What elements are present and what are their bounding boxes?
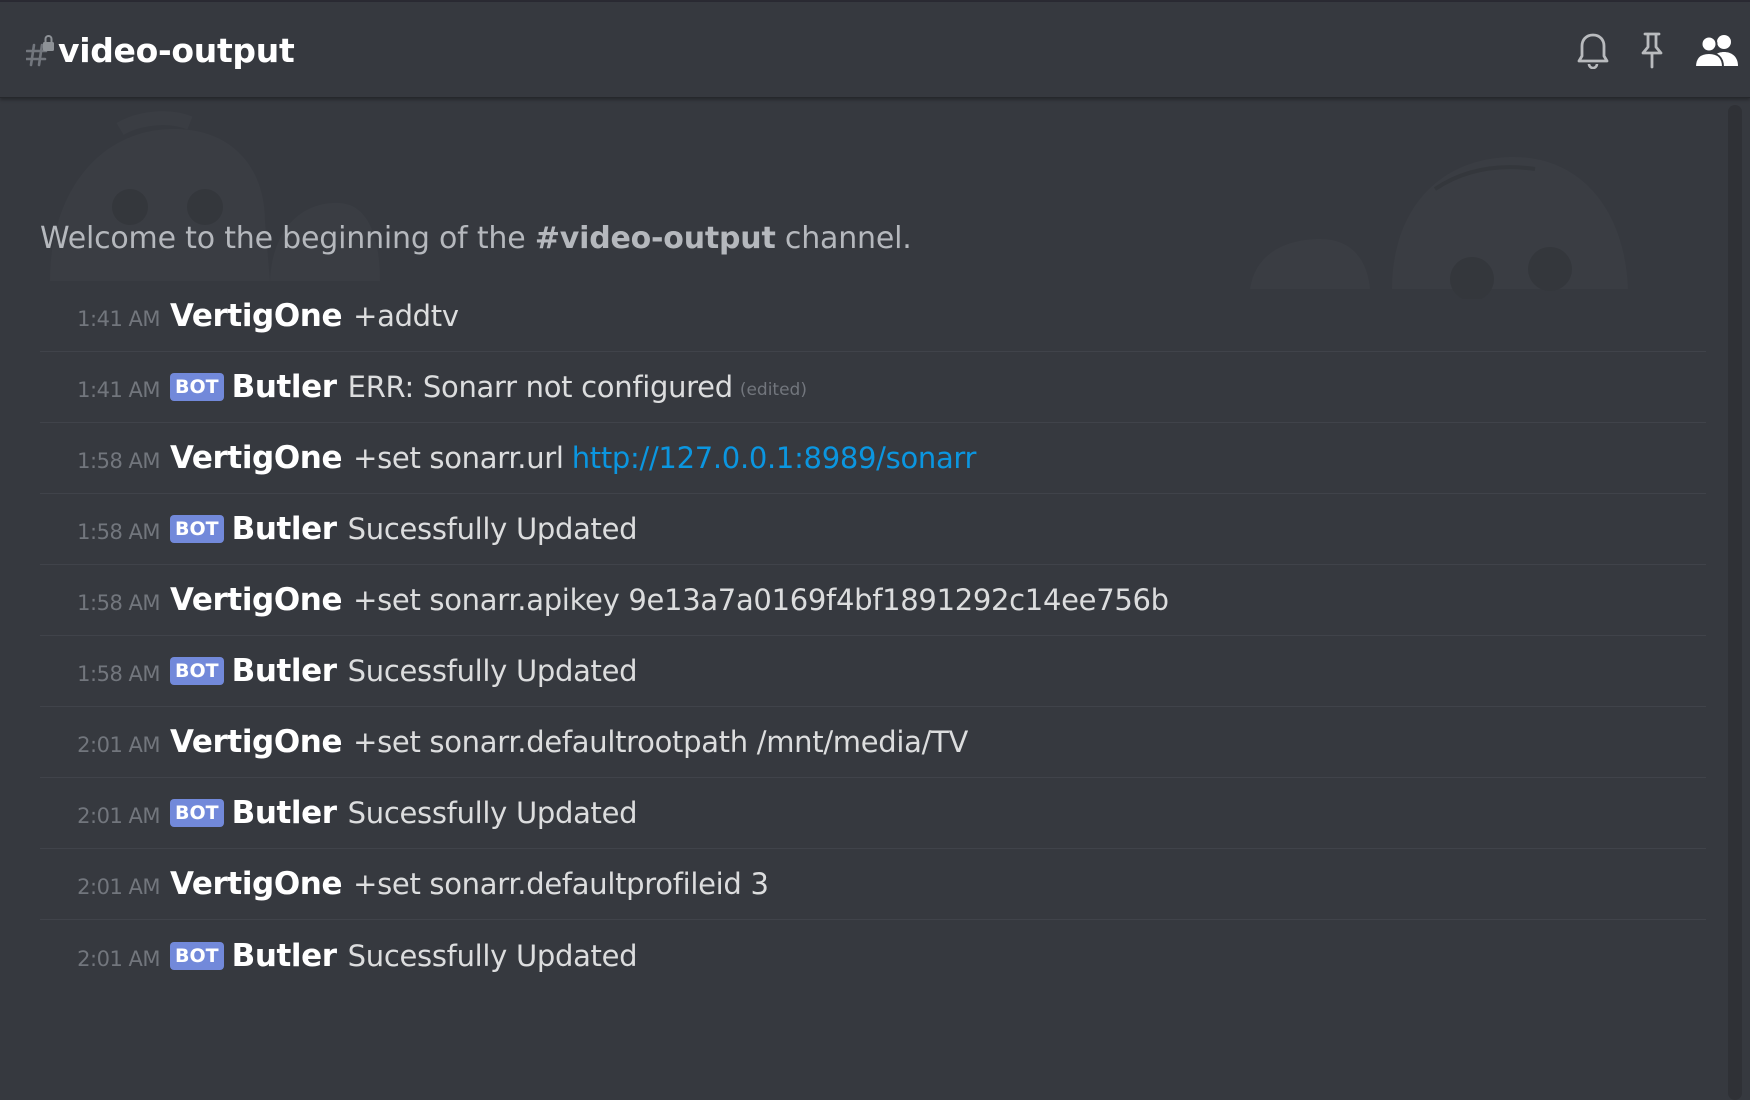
message-timestamp: 1:41 AM [77,307,160,331]
message-author[interactable]: Butler [232,795,337,831]
message-timestamp: 1:41 AM [77,378,160,402]
message-text: Sucessfully Updated [347,512,638,546]
message-row[interactable]: 1:58 AM VertigOne +set sonarr.url http:/… [40,423,1706,494]
message-timestamp: 2:01 AM [77,804,160,828]
channel-header: video-output [0,2,1750,98]
message-row[interactable]: 1:58 AM VertigOne +set sonarr.apikey 9e1… [40,565,1706,636]
message-text: +set sonarr.url [353,441,564,475]
message-text: Sucessfully Updated [347,654,638,688]
message-row[interactable]: 2:01 AM VertigOne +set sonarr.defaultroo… [40,707,1706,778]
bot-badge: BOT [170,941,224,970]
message-row[interactable]: 1:41 AM BOT Butler ERR: Sonarr not confi… [40,352,1706,423]
message-author[interactable]: Butler [232,369,337,405]
bot-badge: BOT [170,657,224,685]
message-author[interactable]: VertigOne [170,866,342,902]
message-author[interactable]: VertigOne [170,582,342,618]
message-row[interactable]: 2:01 AM VertigOne +set sonarr.defaultpro… [40,849,1706,920]
message-author[interactable]: Butler [232,938,337,974]
message-text: Sucessfully Updated [347,938,638,973]
message-row[interactable]: 1:58 AM BOT Butler Sucessfully Updated [40,494,1706,565]
message-text: ERR: Sonarr not configured [347,370,733,404]
message-row[interactable]: 2:01 AM BOT Butler Sucessfully Updated [40,778,1706,849]
message-text: +set sonarr.defaultrootpath /mnt/media/T… [353,725,969,759]
message-text: Sucessfully Updated [347,796,638,830]
message-text: +set sonarr.apikey 9e13a7a0169f4bf189129… [353,583,1169,617]
message-timestamp: 1:58 AM [77,662,160,686]
pin-icon[interactable] [1638,31,1666,73]
message-timestamp: 2:01 AM [77,875,160,899]
message-author[interactable]: Butler [232,653,337,689]
edited-marker: (edited) [739,380,807,400]
scrollbar[interactable] [1728,105,1742,1100]
message-link[interactable]: http://127.0.0.1:8989/sonarr [572,441,977,475]
bot-badge: BOT [170,799,224,827]
message-timestamp: 2:01 AM [77,946,160,971]
message-area[interactable]: Welcome to the beginning of the #video-o… [0,99,1750,1100]
message-timestamp: 1:58 AM [77,591,160,615]
wumpus-decoration-left-icon [50,111,380,281]
message-list: 1:41 AM VertigOne +addtv 1:41 AM BOT But… [40,281,1706,991]
message-timestamp: 1:58 AM [77,449,160,473]
channel-name: video-output [58,30,295,70]
message-row[interactable]: 1:41 AM VertigOne +addtv [40,281,1706,352]
hash-lock-icon [24,33,56,67]
channel-title: video-output [24,26,295,74]
message-timestamp: 2:01 AM [77,733,160,757]
message-row[interactable]: 2:01 AM BOT Butler Sucessfully Updated [40,920,1706,991]
wumpus-decoration-right-icon [1250,156,1628,299]
message-author[interactable]: VertigOne [170,724,342,760]
message-author[interactable]: VertigOne [170,440,342,476]
bell-icon[interactable] [1576,31,1610,73]
message-row[interactable]: 1:58 AM BOT Butler Sucessfully Updated [40,636,1706,707]
channel-welcome-text: Welcome to the beginning of the #video-o… [40,221,912,256]
message-timestamp: 1:58 AM [77,520,160,544]
message-author[interactable]: VertigOne [170,298,342,334]
message-text: +set sonarr.defaultprofileid 3 [353,867,769,901]
members-icon[interactable] [1693,32,1740,72]
bot-badge: BOT [170,373,224,401]
bot-badge: BOT [170,515,224,543]
message-author[interactable]: Butler [232,511,337,547]
message-text: +addtv [353,299,459,333]
welcome-channel-name: #video-output [534,221,776,256]
header-toolbar [1548,30,1740,74]
